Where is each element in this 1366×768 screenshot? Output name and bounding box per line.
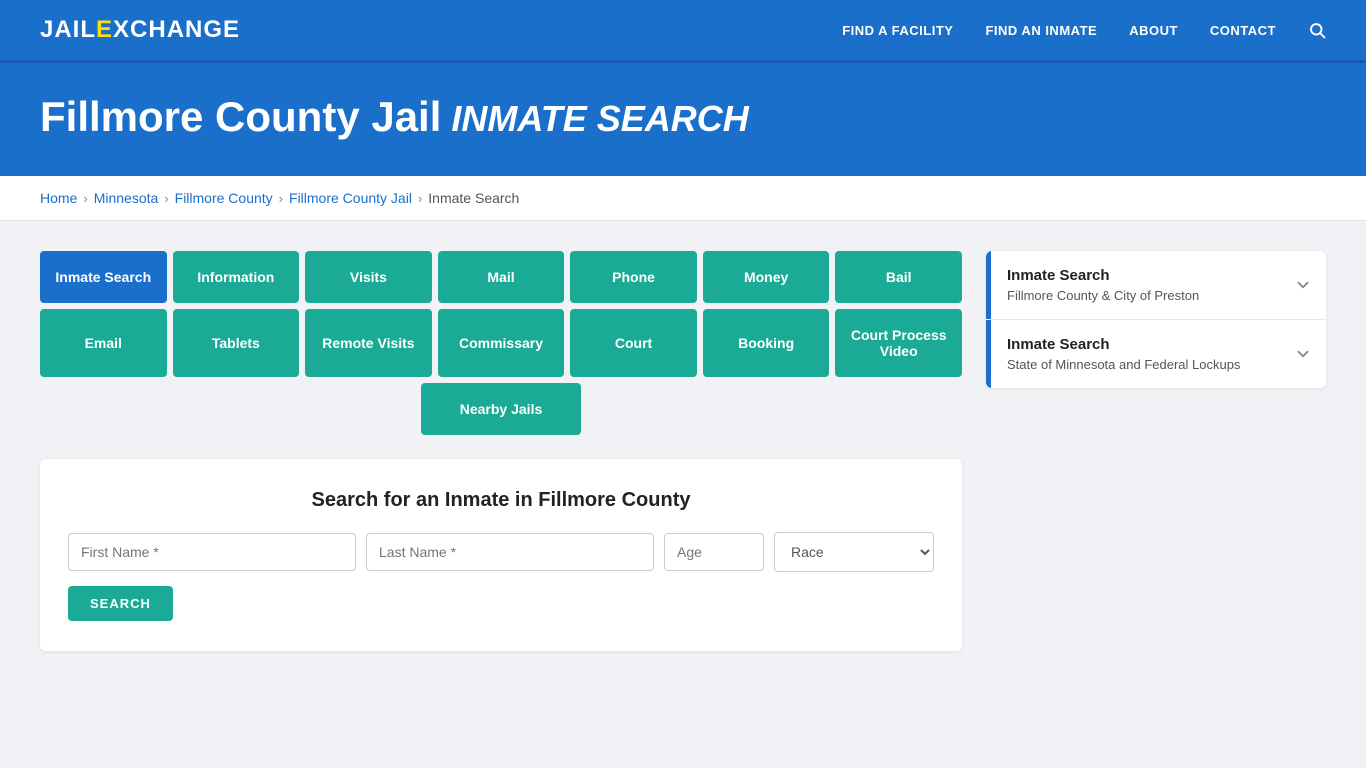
search-icon xyxy=(1308,21,1326,39)
brand-jail: JAIL xyxy=(40,16,96,43)
nav-btn-court[interactable]: Court xyxy=(570,309,697,377)
right-sidebar: Inmate Search Fillmore County & City of … xyxy=(986,251,1326,394)
sidebar-text-1: Inmate Search Fillmore County & City of … xyxy=(991,251,1280,319)
search-card: Search for an Inmate in Fillmore County … xyxy=(40,459,962,651)
sidebar-text-2: Inmate Search State of Minnesota and Fed… xyxy=(991,320,1280,388)
brand-xchange: XCHANGE xyxy=(113,16,240,43)
nav-row-3: Nearby Jails xyxy=(40,383,962,435)
nav-btn-remote-visits[interactable]: Remote Visits xyxy=(305,309,432,377)
nav-btn-booking[interactable]: Booking xyxy=(703,309,830,377)
search-form: Race White Black Hispanic Asian Native A… xyxy=(68,532,934,572)
sidebar-title-1: Inmate Search xyxy=(1007,267,1264,284)
sidebar-item-minnesota[interactable]: Inmate Search State of Minnesota and Fed… xyxy=(986,320,1326,388)
nav-row-1: Inmate Search Information Visits Mail Ph… xyxy=(40,251,962,303)
hero-title-sub: INMATE SEARCH xyxy=(451,98,748,139)
breadcrumb-bar: Home › Minnesota › Fillmore County › Fil… xyxy=(0,176,1366,221)
brand-e: E xyxy=(96,16,113,43)
nav-btn-email[interactable]: Email xyxy=(40,309,167,377)
nav-find-facility[interactable]: FIND A FACILITY xyxy=(842,23,953,38)
breadcrumb-sep-1: › xyxy=(83,191,87,206)
navbar: JAILEXCHANGE FIND A FACILITY FIND AN INM… xyxy=(0,0,1366,60)
nav-btn-nearby-jails[interactable]: Nearby Jails xyxy=(421,383,581,435)
sidebar-item-fillmore[interactable]: Inmate Search Fillmore County & City of … xyxy=(986,251,1326,320)
breadcrumb-sep-4: › xyxy=(418,191,422,206)
hero-banner: Fillmore County JailINMATE SEARCH xyxy=(0,63,1366,176)
navbar-links: FIND A FACILITY FIND AN INMATE ABOUT CON… xyxy=(842,21,1326,39)
nav-row-2: Email Tablets Remote Visits Commissary C… xyxy=(40,309,962,377)
nav-btn-information[interactable]: Information xyxy=(173,251,300,303)
nav-btn-commissary[interactable]: Commissary xyxy=(438,309,565,377)
chevron-down-icon-1 xyxy=(1280,251,1326,319)
breadcrumb-minnesota[interactable]: Minnesota xyxy=(94,190,159,206)
age-input[interactable] xyxy=(664,533,764,571)
first-name-input[interactable] xyxy=(68,533,356,571)
race-select[interactable]: Race White Black Hispanic Asian Native A… xyxy=(774,532,934,572)
nav-find-inmate[interactable]: FIND AN INMATE xyxy=(985,23,1097,38)
breadcrumb-fillmore-jail[interactable]: Fillmore County Jail xyxy=(289,190,412,206)
nav-btn-phone[interactable]: Phone xyxy=(570,251,697,303)
breadcrumb-sep-3: › xyxy=(279,191,283,206)
left-column: Inmate Search Information Visits Mail Ph… xyxy=(40,251,962,651)
search-card-title: Search for an Inmate in Fillmore County xyxy=(68,489,934,512)
breadcrumb-current: Inmate Search xyxy=(428,190,519,206)
nav-btn-inmate-search[interactable]: Inmate Search xyxy=(40,251,167,303)
sidebar-card: Inmate Search Fillmore County & City of … xyxy=(986,251,1326,388)
search-button[interactable]: SEARCH xyxy=(68,586,173,621)
main-content: Inmate Search Information Visits Mail Ph… xyxy=(0,221,1366,681)
nav-btn-tablets[interactable]: Tablets xyxy=(173,309,300,377)
breadcrumb-fillmore-county[interactable]: Fillmore County xyxy=(175,190,273,206)
hero-title-main: Fillmore County Jail xyxy=(40,93,441,140)
page-title: Fillmore County JailINMATE SEARCH xyxy=(40,93,1326,141)
nav-btn-bail[interactable]: Bail xyxy=(835,251,962,303)
breadcrumb-sep-2: › xyxy=(164,191,168,206)
sidebar-sub-1: Fillmore County & City of Preston xyxy=(1007,288,1264,303)
last-name-input[interactable] xyxy=(366,533,654,571)
nav-btn-mail[interactable]: Mail xyxy=(438,251,565,303)
nav-btn-visits[interactable]: Visits xyxy=(305,251,432,303)
brand-logo[interactable]: JAILEXCHANGE xyxy=(40,16,240,44)
nav-btn-money[interactable]: Money xyxy=(703,251,830,303)
breadcrumb-home[interactable]: Home xyxy=(40,190,77,206)
sidebar-title-2: Inmate Search xyxy=(1007,336,1264,353)
breadcrumb: Home › Minnesota › Fillmore County › Fil… xyxy=(40,190,1326,206)
nav-contact[interactable]: CONTACT xyxy=(1210,23,1276,38)
search-icon-button[interactable] xyxy=(1308,21,1326,39)
chevron-down-icon-2 xyxy=(1280,320,1326,388)
nav-btn-court-process-video[interactable]: Court Process Video xyxy=(835,309,962,377)
nav-about[interactable]: ABOUT xyxy=(1129,23,1178,38)
sidebar-sub-2: State of Minnesota and Federal Lockups xyxy=(1007,357,1264,372)
